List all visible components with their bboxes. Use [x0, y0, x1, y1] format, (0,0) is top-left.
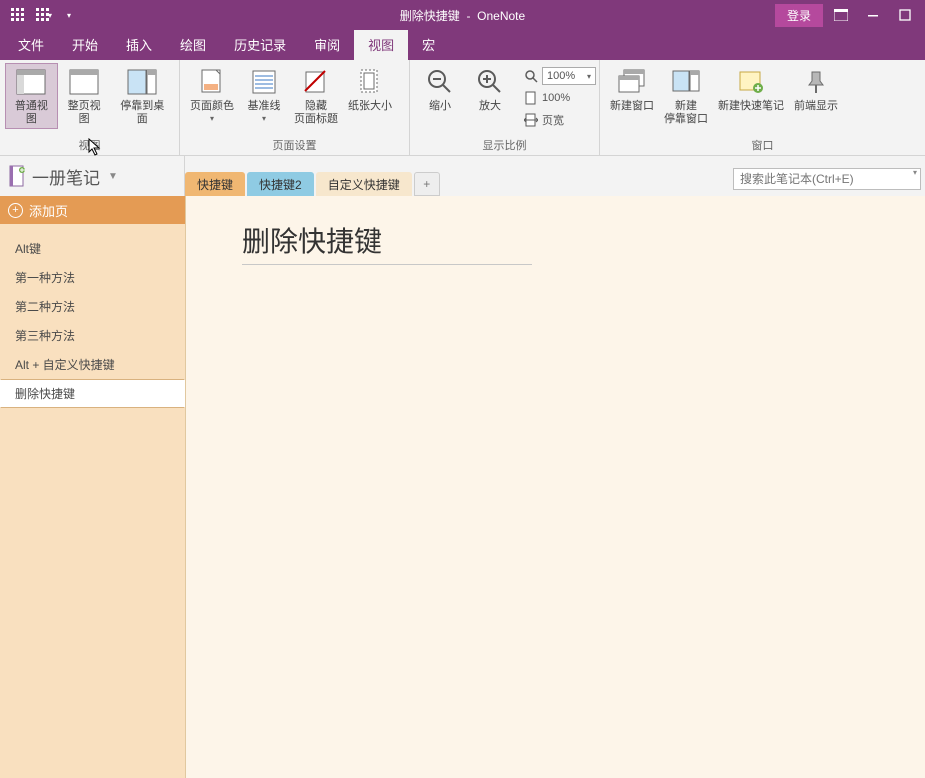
- group-window: 新建窗口 新建停靠窗口 新建快速笔记 前端显示 窗口: [600, 60, 925, 155]
- qat-customize-dropdown[interactable]: ▾: [58, 4, 82, 26]
- hide-page-title-icon: [300, 66, 332, 98]
- page-title-container[interactable]: 删除快捷键: [242, 220, 532, 265]
- ribbon-tabs: 文件 开始 插入 绘图 历史记录 审阅 视图 宏: [0, 30, 925, 60]
- group-views: 普通视图 整页视图 停靠到桌面 视图: [0, 60, 180, 155]
- group-zoom: 缩小 放大 100%▾ 100% 页宽: [410, 60, 600, 155]
- new-window-button[interactable]: 新建窗口: [606, 64, 658, 115]
- left-panel: 一册笔记 ▼ + 添加页 Alt键 第一种方法 第二种方法 第三种方法 Alt …: [0, 156, 185, 778]
- qat-grid-dropdown-icon[interactable]: ▾: [32, 4, 56, 26]
- pin-icon: [800, 66, 832, 98]
- normal-view-button[interactable]: 普通视图: [6, 64, 57, 128]
- title-underline: [242, 264, 532, 265]
- app-name: OneNote: [477, 9, 525, 23]
- paper-size-icon: [354, 66, 386, 98]
- group-zoom-label: 显示比例: [410, 137, 599, 155]
- tab-review[interactable]: 审阅: [300, 29, 354, 60]
- add-section-button[interactable]: +: [414, 172, 440, 196]
- new-quick-note-button[interactable]: 新建快速笔记: [714, 64, 788, 115]
- minimize-button[interactable]: [859, 4, 887, 26]
- group-page-setup-label: 页面设置: [180, 137, 409, 155]
- title-right-controls: 登录: [775, 4, 925, 27]
- tab-file[interactable]: 文件: [4, 29, 58, 60]
- tab-history[interactable]: 历史记录: [220, 29, 300, 60]
- notebook-picker[interactable]: 一册笔记 ▼: [0, 156, 185, 196]
- add-page-button[interactable]: + 添加页: [0, 196, 185, 224]
- page-list: Alt键 第一种方法 第二种方法 第三种方法 Alt + 自定义快捷键 删除快捷…: [0, 224, 185, 778]
- section-tab[interactable]: 快捷键: [185, 172, 245, 196]
- zoom-options: 100%▾ 100% 页宽: [516, 64, 604, 132]
- new-docked-window-icon: [670, 66, 702, 98]
- normal-view-icon: [15, 66, 47, 98]
- paper-size-button[interactable]: 纸张大小: [344, 64, 396, 115]
- page-item[interactable]: Alt键: [0, 234, 185, 263]
- hide-page-title-button[interactable]: 隐藏页面标题: [290, 64, 342, 128]
- full-page-view-icon: [68, 66, 100, 98]
- section-tabs: 快捷键 快捷键2 自定义快捷键 + ▾: [185, 156, 925, 196]
- group-window-label: 窗口: [600, 137, 925, 155]
- page-title[interactable]: 删除快捷键: [242, 220, 532, 260]
- zoom-out-button[interactable]: 缩小: [416, 64, 464, 115]
- always-on-top-button[interactable]: 前端显示: [790, 64, 842, 115]
- workspace: 一册笔记 ▼ + 添加页 Alt键 第一种方法 第二种方法 第三种方法 Alt …: [0, 156, 925, 778]
- title-bar: ▾ ▾ 删除快捷键 - OneNote 登录: [0, 0, 925, 30]
- new-window-icon: [616, 66, 648, 98]
- new-docked-window-button[interactable]: 新建停靠窗口: [660, 64, 712, 128]
- section-tab[interactable]: 快捷键2: [247, 172, 314, 196]
- new-quick-note-icon: [735, 66, 767, 98]
- dock-to-desktop-button[interactable]: 停靠到桌面: [112, 64, 173, 128]
- chevron-down-icon: ▾: [262, 114, 266, 123]
- login-button[interactable]: 登录: [775, 4, 823, 27]
- zoom-in-button[interactable]: 放大: [466, 64, 514, 115]
- right-panel: 快捷键 快捷键2 自定义快捷键 + ▾ 删除快捷键: [185, 156, 925, 778]
- page-item[interactable]: 第三种方法: [0, 321, 185, 350]
- ribbon-display-options-icon[interactable]: [827, 4, 855, 26]
- tab-insert[interactable]: 插入: [112, 29, 166, 60]
- search-container: [733, 168, 921, 190]
- section-tab-active[interactable]: 自定义快捷键: [316, 172, 412, 196]
- group-views-label: 视图: [0, 137, 179, 155]
- plus-circle-icon: +: [8, 203, 23, 218]
- zoom-out-icon: [424, 66, 456, 98]
- page-color-icon: [196, 66, 228, 98]
- tab-macro[interactable]: 宏: [408, 29, 449, 60]
- add-page-label: 添加页: [29, 201, 68, 220]
- page-icon: [524, 91, 538, 105]
- tab-home[interactable]: 开始: [58, 29, 112, 60]
- page-item[interactable]: Alt + 自定义快捷键: [0, 350, 185, 379]
- chevron-down-icon: ▼: [108, 171, 118, 182]
- ribbon: 普通视图 整页视图 停靠到桌面 视图 页面颜色: [0, 60, 925, 156]
- tab-view[interactable]: 视图: [354, 29, 408, 60]
- rule-lines-button[interactable]: 基准线 ▾: [240, 64, 288, 125]
- chevron-down-icon: ▾: [210, 114, 214, 123]
- maximize-button[interactable]: [891, 4, 919, 26]
- page-color-button[interactable]: 页面颜色 ▾: [186, 64, 238, 125]
- group-page-setup: 页面颜色 ▾ 基准线 ▾ 隐藏页面标题 纸张大小: [180, 60, 410, 155]
- page-item-selected[interactable]: 删除快捷键: [0, 379, 185, 408]
- zoom-page-width-button[interactable]: 页宽: [520, 110, 600, 130]
- quick-access-toolbar: ▾ ▾: [0, 4, 82, 26]
- page-item[interactable]: 第一种方法: [0, 263, 185, 292]
- dock-to-desktop-icon: [126, 66, 158, 98]
- zoom-in-icon: [474, 66, 506, 98]
- document-title: 删除快捷键: [400, 9, 460, 23]
- full-page-view-button[interactable]: 整页视图: [59, 64, 110, 128]
- tab-draw[interactable]: 绘图: [166, 29, 220, 60]
- page-item[interactable]: 第二种方法: [0, 292, 185, 321]
- zoom-combo[interactable]: 100%▾: [520, 66, 600, 86]
- notebook-icon: [8, 165, 26, 187]
- qat-grid-icon[interactable]: [6, 4, 30, 26]
- zoom-100-button[interactable]: 100%: [520, 88, 600, 108]
- search-input[interactable]: [733, 168, 921, 190]
- page-width-icon: [524, 113, 538, 127]
- notebook-name: 一册笔记: [32, 164, 100, 189]
- page-canvas[interactable]: 删除快捷键: [185, 196, 925, 778]
- rule-lines-icon: [248, 66, 280, 98]
- magnifier-icon: [524, 69, 538, 83]
